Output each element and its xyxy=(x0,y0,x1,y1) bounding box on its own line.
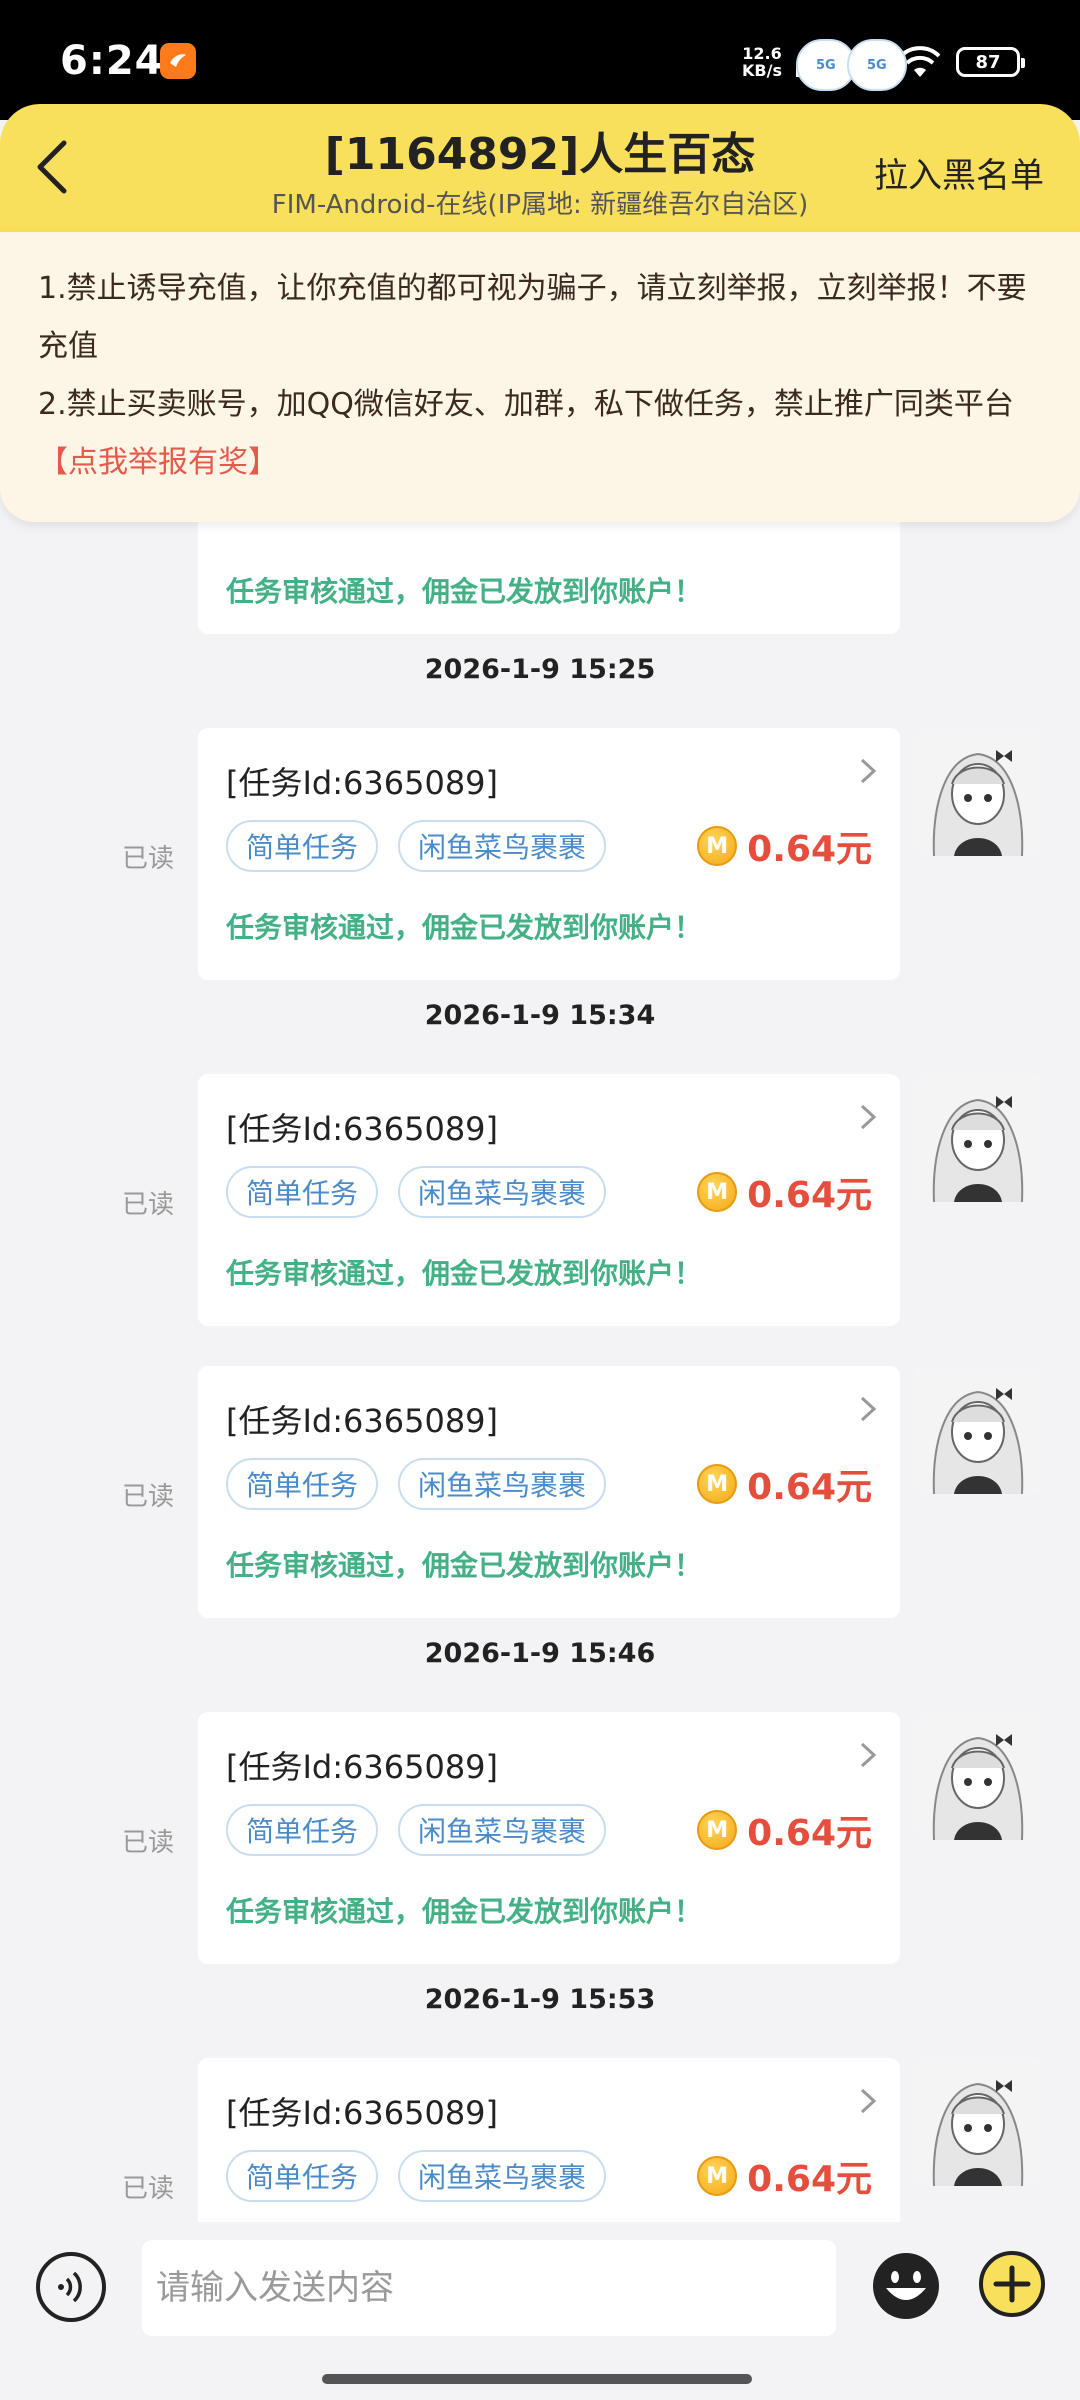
task-id: [任务Id:6365089] xyxy=(226,1748,499,1786)
notice-line-1: 1.禁止诱导充值，让你充值的都可视为骗子，请立刻举报，立刻举报！不要充值 xyxy=(38,271,1027,364)
avatar[interactable] xyxy=(914,728,1042,856)
rules-notice: 1.禁止诱导充值，让你充值的都可视为骗子，请立刻举报，立刻举报！不要充值 2.禁… xyxy=(0,232,1080,522)
task-id: [任务Id:6365089] xyxy=(226,764,499,802)
read-receipt: 已读 xyxy=(122,1482,175,1512)
task-type-tag: 简单任务 xyxy=(226,1804,379,1856)
message-timestamp: 2026-1-9 15:53 xyxy=(424,1984,656,2015)
reward-amount: 0.64元 xyxy=(747,1813,872,1854)
chevron-right-icon xyxy=(860,1396,877,1422)
signal-2-icon: 5G xyxy=(847,39,907,91)
chat-header: [1164892]人生百态 FIM-Android-在线(IP属地: 新疆维吾尔… xyxy=(0,104,1080,232)
task-platform-tag: 闲鱼菜鸟裹裹 xyxy=(398,2150,607,2202)
read-receipt: 已读 xyxy=(122,844,175,874)
task-message-card[interactable]: [任务Id:6365089] 简单任务 闲鱼菜鸟裹裹 M 0.64元 任务审核通… xyxy=(198,728,900,980)
chevron-right-icon xyxy=(860,758,877,784)
chevron-right-icon xyxy=(860,1742,877,1768)
message-timestamp: 2026-1-9 15:46 xyxy=(424,1638,656,1669)
avatar[interactable] xyxy=(914,1074,1042,1202)
task-status-message: 任务审核通过，佣金已发放到你账户！ xyxy=(226,1257,703,1290)
task-type-tag: 简单任务 xyxy=(226,1166,379,1218)
task-id: [任务Id:6365089] xyxy=(226,1110,499,1148)
task-platform-tag: 闲鱼菜鸟裹裹 xyxy=(398,1458,607,1510)
report-link[interactable]: 【点我举报有奖】 xyxy=(38,445,278,480)
girl-avatar-icon xyxy=(914,1074,1042,1202)
message-input[interactable] xyxy=(142,2240,836,2336)
task-reward: M 0.64元 xyxy=(697,1166,872,1218)
battery-icon: 87 xyxy=(956,47,1025,77)
reward-amount: 0.64元 xyxy=(747,2159,872,2200)
emoji-icon[interactable] xyxy=(870,2250,942,2322)
voice-icon xyxy=(58,2271,82,2303)
task-status-message: 任务审核通过，佣金已发放到你账户！ xyxy=(226,575,703,608)
avatar[interactable] xyxy=(914,2058,1042,2186)
home-indicator[interactable] xyxy=(322,2374,752,2384)
girl-avatar-icon xyxy=(914,1712,1042,1840)
task-status-message: 任务审核通过，佣金已发放到你账户！ xyxy=(226,911,703,944)
chevron-right-icon xyxy=(860,2088,877,2114)
coin-icon: M xyxy=(697,1464,738,1504)
task-reward: M 0.64元 xyxy=(697,1804,872,1856)
coin-icon: M xyxy=(697,1810,738,1850)
message-timestamp: 2026-1-9 15:34 xyxy=(424,1000,656,1031)
coin-icon: M xyxy=(697,2156,738,2196)
task-reward: M 0.64元 xyxy=(697,2150,872,2202)
task-message-card[interactable]: [任务Id:6365089] 简单任务 闲鱼菜鸟裹裹 M 0.64元 任务审核通… xyxy=(198,1712,900,1964)
read-receipt: 已读 xyxy=(122,1828,175,1858)
girl-avatar-icon xyxy=(914,1366,1042,1494)
task-type-tag: 简单任务 xyxy=(226,820,379,872)
task-platform-tag: 闲鱼菜鸟裹裹 xyxy=(398,1804,607,1856)
read-receipt: 已读 xyxy=(122,2174,175,2204)
reward-amount: 0.64元 xyxy=(747,1467,872,1508)
status-time: 6:24 xyxy=(60,38,164,84)
task-platform-tag: 闲鱼菜鸟裹裹 xyxy=(398,820,607,872)
avatar[interactable] xyxy=(914,1366,1042,1494)
chevron-right-icon xyxy=(860,1104,877,1130)
task-status-message: 任务审核通过，佣金已发放到你账户！ xyxy=(226,1549,703,1582)
app-notification-icon xyxy=(160,43,196,79)
task-message-card[interactable]: [任务Id:6365089] 简单任务 闲鱼菜鸟裹裹 M 0.64元 任务审核通… xyxy=(198,1074,900,1326)
task-platform-tag: 闲鱼菜鸟裹裹 xyxy=(398,1166,607,1218)
girl-avatar-icon xyxy=(914,728,1042,856)
task-id: [任务Id:6365089] xyxy=(226,1402,499,1440)
girl-avatar-icon xyxy=(914,2058,1042,2186)
task-reward: M 0.64元 xyxy=(697,1458,872,1510)
status-indicators: 12.6 KB/s 5G 5G 87 xyxy=(742,39,1025,91)
network-speed: 12.6 KB/s xyxy=(742,44,782,80)
voice-input-button[interactable] xyxy=(36,2252,106,2322)
coin-icon: M xyxy=(697,826,738,866)
task-id: [任务Id:6365089] xyxy=(226,2094,499,2132)
blacklist-button[interactable]: 拉入黑名单 xyxy=(874,148,1044,197)
add-plus-icon[interactable] xyxy=(978,2250,1046,2318)
reward-amount: 0.64元 xyxy=(747,1175,872,1216)
avatar[interactable] xyxy=(914,1712,1042,1840)
message-timestamp: 2026-1-9 15:25 xyxy=(424,654,656,685)
coin-icon: M xyxy=(697,1172,738,1212)
task-type-tag: 简单任务 xyxy=(226,2150,379,2202)
notice-line-2: 2.禁止买卖账号，加QQ微信好友、加群，私下做任务，禁止推广同类平台 【点我举报… xyxy=(38,387,1014,480)
task-message-card[interactable]: [任务Id:6365089] 简单任务 闲鱼菜鸟裹裹 M 0.64元 任务审核通… xyxy=(198,1366,900,1618)
task-message-card[interactable]: [任务Id:6365089] 简单任务 闲鱼菜鸟裹裹 M 0.64元 xyxy=(198,2058,900,2222)
status-bar: 6:24 12.6 KB/s 5G 5G 87 xyxy=(0,0,1080,120)
signal-1-icon: 5G xyxy=(796,39,856,91)
task-reward: M 0.64元 xyxy=(697,820,872,872)
read-receipt: 已读 xyxy=(122,1190,175,1220)
task-type-tag: 简单任务 xyxy=(226,1458,379,1510)
reward-amount: 0.64元 xyxy=(747,829,872,870)
task-status-message: 任务审核通过，佣金已发放到你账户！ xyxy=(226,1895,703,1928)
